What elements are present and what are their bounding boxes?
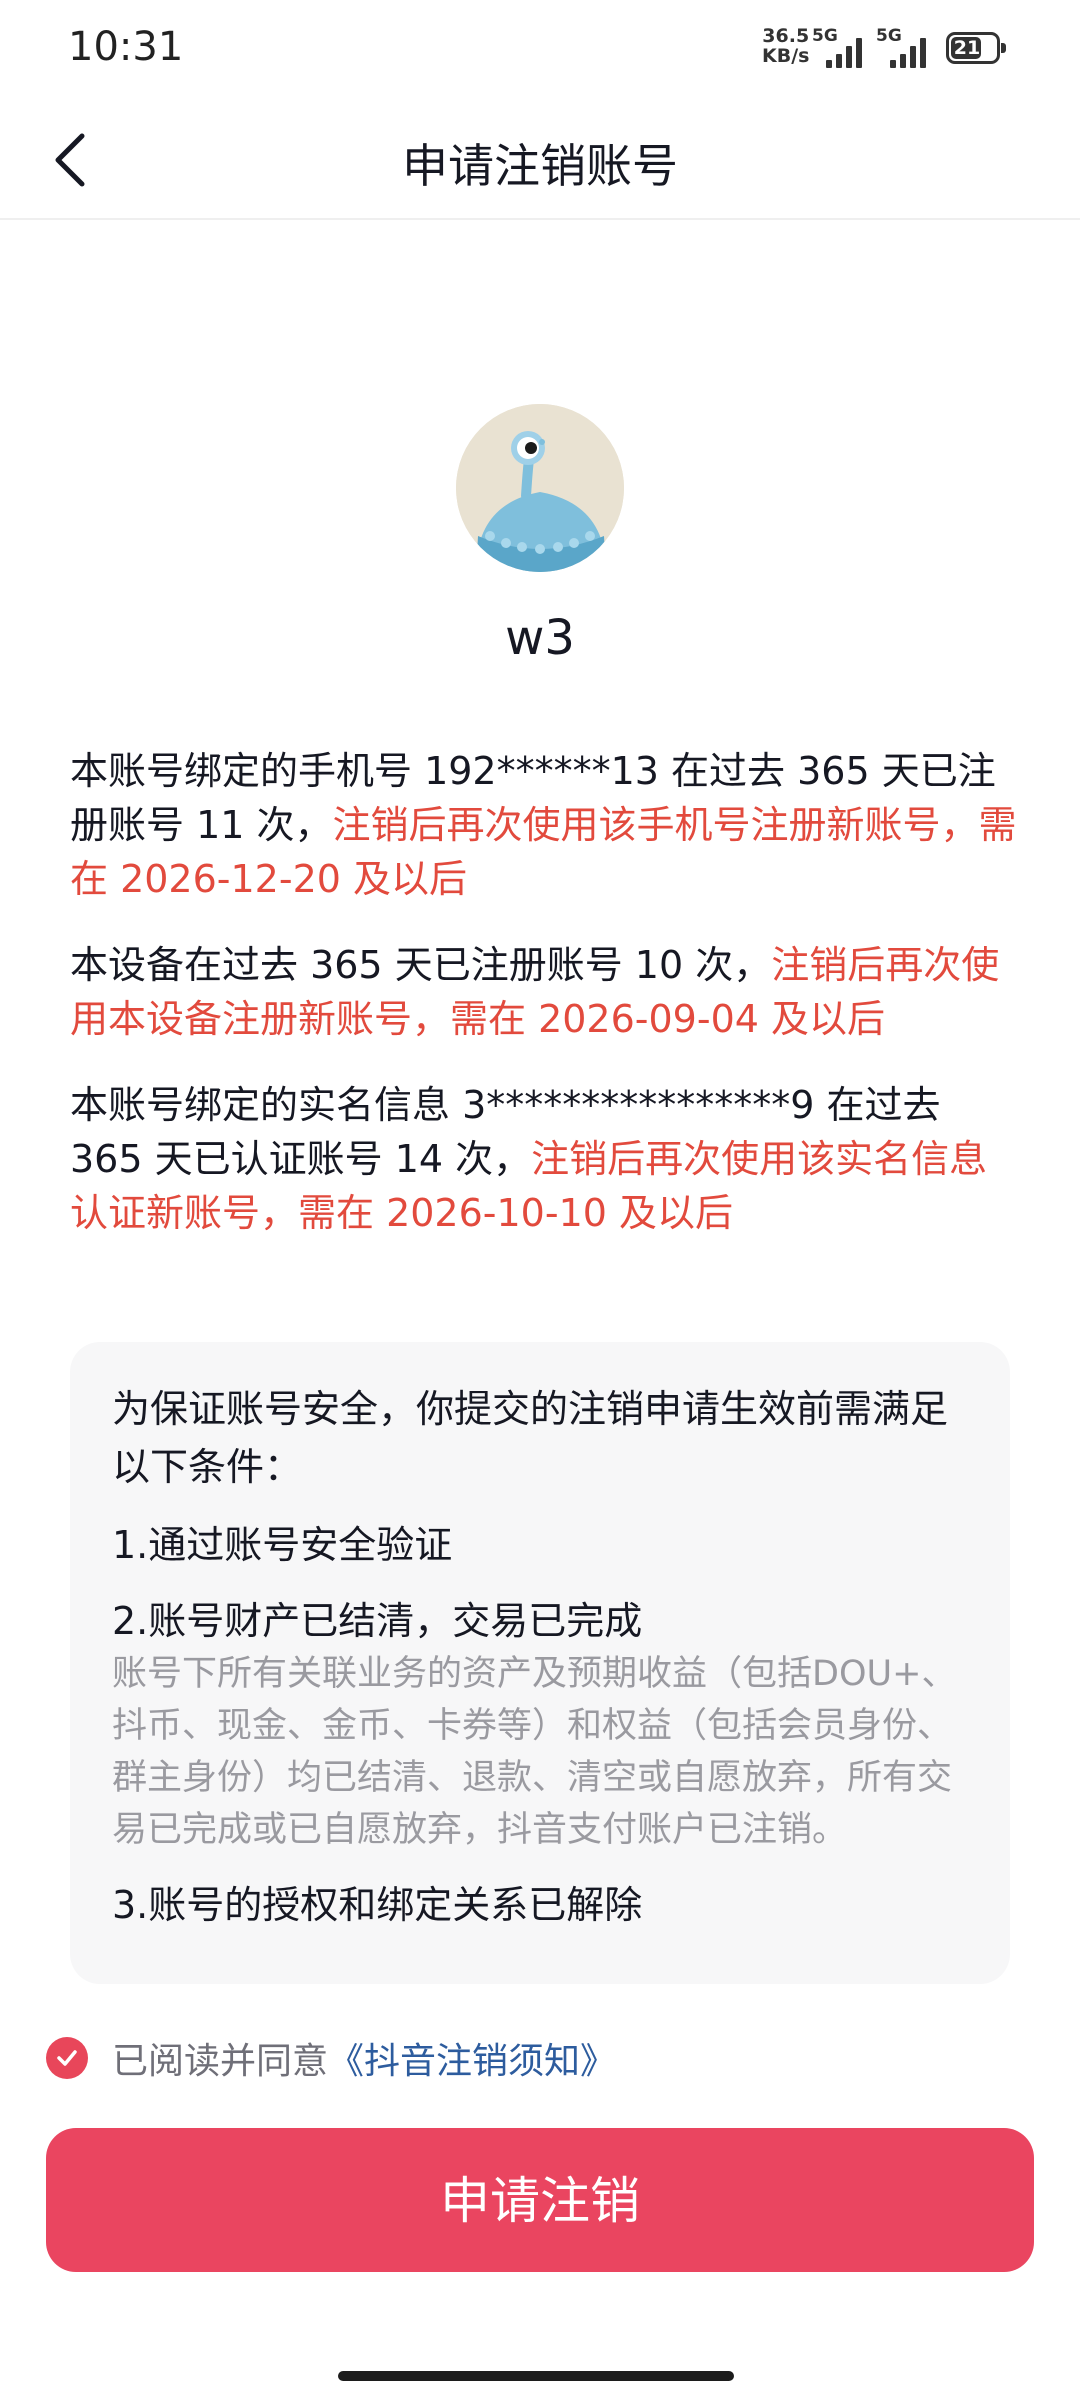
agreement-link[interactable]: 《抖音注销须知》 [328, 2032, 616, 2084]
status-time: 10:31 [68, 24, 184, 70]
network-speed-value: 36.5 [762, 25, 810, 47]
network-speed: 36.5 KB/s [762, 26, 809, 66]
condition-item-3: 3.账号的授权和绑定关系已解除 [112, 1883, 643, 1927]
notice-realname: 本账号绑定的实名信息 3****************9 在过去 365 天已… [70, 1078, 1020, 1240]
monster-avatar-icon [456, 404, 624, 572]
agreement-text: 已阅读并同意 [112, 2041, 329, 2082]
conditions-panel[interactable]: 为保证账号安全，你提交的注销申请生效前需满足以下条件： 1.通过账号安全验证 2… [70, 1342, 1010, 1984]
notice-phone: 本账号绑定的手机号 192******13 在过去 365 天已注册账号 11 … [70, 744, 1020, 906]
username: w3 [505, 610, 575, 666]
home-indicator[interactable] [338, 2371, 734, 2381]
condition-item-1: 1.通过账号安全验证 [112, 1523, 453, 1567]
submit-deactivation-button[interactable]: 申请注销 [46, 2128, 1034, 2272]
battery-level: 21 [953, 37, 981, 59]
condition-item-2-desc: 账号下所有关联业务的资产及预期收益（包括DOU+、抖币、现金、金币、卡券等）和权… [112, 1654, 957, 1850]
notice-text: 本设备在过去 365 天已注册账号 10 次， [70, 943, 772, 987]
status-bar: 10:31 36.5 KB/s 5G 5G 21 [0, 0, 1080, 100]
battery-icon: 21 [946, 32, 1006, 64]
nav-bar: 申请注销账号 [0, 100, 1080, 220]
avatar [456, 404, 624, 572]
notice-device: 本设备在过去 365 天已注册账号 10 次，注销后再次使用本设备注册新账号，需… [70, 938, 1020, 1046]
agree-checkbox[interactable] [46, 2037, 88, 2079]
checkmark-icon [57, 2050, 77, 2066]
agreement-row: 已阅读并同意 《抖音注销须知》 [46, 2034, 616, 2082]
page-title: 申请注销账号 [402, 139, 678, 193]
network-speed-unit: KB/s [762, 45, 810, 67]
condition-item-2: 2.账号财产已结清，交易已完成 [112, 1599, 643, 1643]
conditions-intro: 为保证账号安全，你提交的注销申请生效前需满足以下条件： [112, 1387, 949, 1489]
